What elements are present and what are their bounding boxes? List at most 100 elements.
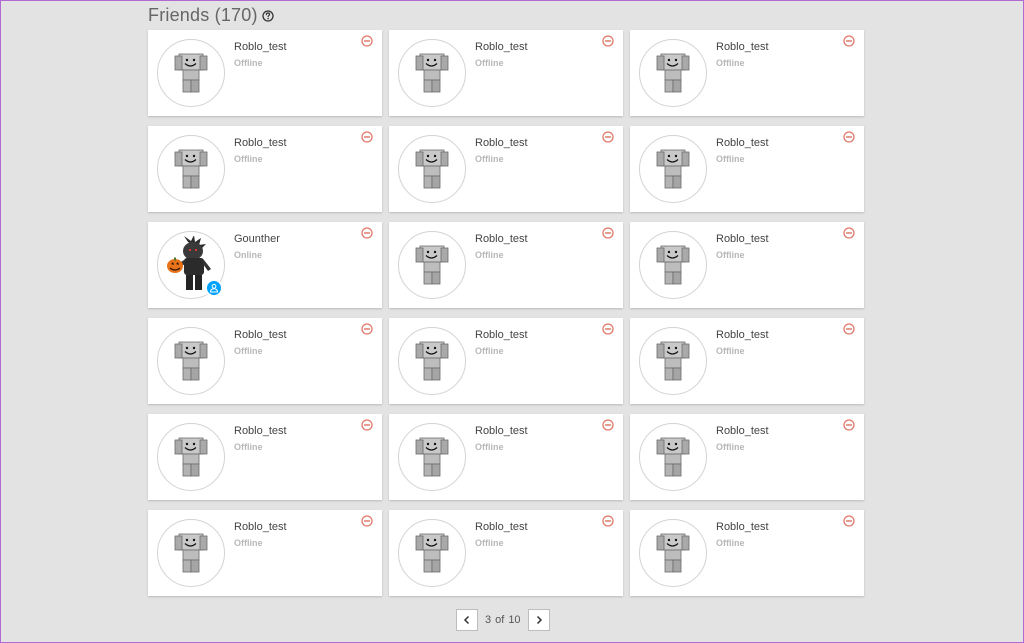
friend-name[interactable]: Roblo_test xyxy=(234,41,287,53)
total-pages: 10 xyxy=(508,614,521,626)
friend-name[interactable]: Roblo_test xyxy=(475,521,528,533)
remove-friend-icon[interactable] xyxy=(602,34,614,47)
friend-status: Offline xyxy=(475,442,504,452)
remove-friend-icon[interactable] xyxy=(361,130,373,143)
friend-card[interactable]: Roblo_test Offline xyxy=(389,30,623,116)
remove-friend-icon[interactable] xyxy=(361,34,373,47)
avatar-default[interactable] xyxy=(398,135,466,203)
friend-card[interactable]: Roblo_test Offline xyxy=(630,30,864,116)
remove-friend-icon[interactable] xyxy=(602,514,614,527)
friend-name[interactable]: Roblo_test xyxy=(716,233,769,245)
friend-name[interactable]: Roblo_test xyxy=(716,41,769,53)
remove-friend-icon[interactable] xyxy=(843,418,855,431)
remove-friend-icon[interactable] xyxy=(361,226,373,239)
friend-status: Offline xyxy=(234,154,263,164)
friend-card[interactable]: Roblo_test Offline xyxy=(389,126,623,212)
friend-card[interactable]: Roblo_test Offline xyxy=(148,414,382,500)
page-of-label: of xyxy=(495,614,505,626)
page-indicator: 3 of 10 xyxy=(485,614,521,626)
friend-name[interactable]: Roblo_test xyxy=(716,425,769,437)
friend-name[interactable]: Roblo_test xyxy=(475,329,528,341)
friend-card[interactable]: Gounther Online xyxy=(148,222,382,308)
friend-name[interactable]: Gounther xyxy=(234,233,280,245)
avatar-default[interactable] xyxy=(639,135,707,203)
friend-name[interactable]: Roblo_test xyxy=(716,521,769,533)
remove-friend-icon[interactable] xyxy=(843,34,855,47)
friend-status: Offline xyxy=(234,538,263,548)
friend-name[interactable]: Roblo_test xyxy=(234,521,287,533)
friend-status: Offline xyxy=(475,250,504,260)
friend-card[interactable]: Roblo_test Offline xyxy=(148,126,382,212)
friend-status: Offline xyxy=(475,58,504,68)
current-page: 3 xyxy=(485,614,492,626)
friends-grid: Roblo_test Offline Roblo_test Offline Robl… xyxy=(148,30,864,596)
remove-friend-icon[interactable] xyxy=(843,514,855,527)
friend-name[interactable]: Roblo_test xyxy=(234,137,287,149)
avatar-default[interactable] xyxy=(639,231,707,299)
remove-friend-icon[interactable] xyxy=(361,322,373,335)
avatar-default[interactable] xyxy=(398,327,466,395)
friend-card[interactable]: Roblo_test Offline xyxy=(148,510,382,596)
avatar-default[interactable] xyxy=(157,519,225,587)
friend-name[interactable]: Roblo_test xyxy=(475,41,528,53)
remove-friend-icon[interactable] xyxy=(843,130,855,143)
question-circle-icon[interactable] xyxy=(262,9,274,22)
avatar-default[interactable] xyxy=(157,39,225,107)
remove-friend-icon[interactable] xyxy=(843,226,855,239)
friend-status: Offline xyxy=(234,442,263,452)
friend-card[interactable]: Roblo_test Offline xyxy=(630,318,864,404)
remove-friend-icon[interactable] xyxy=(602,130,614,143)
friend-status: Offline xyxy=(475,154,504,164)
remove-friend-icon[interactable] xyxy=(843,322,855,335)
remove-friend-icon[interactable] xyxy=(602,226,614,239)
avatar-default[interactable] xyxy=(398,423,466,491)
avatar-default[interactable] xyxy=(639,39,707,107)
avatar-default[interactable] xyxy=(157,327,225,395)
avatar-default[interactable] xyxy=(639,423,707,491)
avatar-default[interactable] xyxy=(639,327,707,395)
avatar-default[interactable] xyxy=(398,519,466,587)
friend-status: Offline xyxy=(716,538,745,548)
friend-card[interactable]: Roblo_test Offline xyxy=(148,30,382,116)
friend-card[interactable]: Roblo_test Offline xyxy=(630,510,864,596)
friend-card[interactable]: Roblo_test Offline xyxy=(389,318,623,404)
friend-status: Offline xyxy=(234,346,263,356)
friend-status: Offline xyxy=(716,154,745,164)
chevron-right-icon xyxy=(536,615,542,625)
friend-status: Offline xyxy=(716,442,745,452)
remove-friend-icon[interactable] xyxy=(602,418,614,431)
friend-name[interactable]: Roblo_test xyxy=(475,137,528,149)
remove-friend-icon[interactable] xyxy=(602,322,614,335)
avatar-default[interactable] xyxy=(398,231,466,299)
friend-status: Offline xyxy=(716,346,745,356)
friend-status: Offline xyxy=(475,346,504,356)
friend-name[interactable]: Roblo_test xyxy=(475,425,528,437)
friend-status: Offline xyxy=(234,58,263,68)
friend-card[interactable]: Roblo_test Offline xyxy=(630,222,864,308)
next-page-button[interactable] xyxy=(527,609,550,631)
avatar-default[interactable] xyxy=(157,423,225,491)
friend-card[interactable]: Roblo_test Offline xyxy=(630,126,864,212)
avatar-default[interactable] xyxy=(157,135,225,203)
friend-card[interactable]: Roblo_test Offline xyxy=(148,318,382,404)
chevron-left-icon xyxy=(463,615,470,625)
friend-name[interactable]: Roblo_test xyxy=(716,329,769,341)
user-presence-icon xyxy=(205,279,223,297)
page-title: Friends (170) xyxy=(148,4,258,25)
friend-status: Offline xyxy=(475,538,504,548)
friend-card[interactable]: Roblo_test Offline xyxy=(389,414,623,500)
avatar-default[interactable] xyxy=(639,519,707,587)
remove-friend-icon[interactable] xyxy=(361,418,373,431)
prev-page-button[interactable] xyxy=(456,609,478,631)
friend-card[interactable]: Roblo_test Offline xyxy=(630,414,864,500)
friend-name[interactable]: Roblo_test xyxy=(475,233,528,245)
friend-status: Offline xyxy=(716,250,745,260)
friend-status: Offline xyxy=(716,58,745,68)
friend-name[interactable]: Roblo_test xyxy=(234,329,287,341)
friend-name[interactable]: Roblo_test xyxy=(234,425,287,437)
friend-card[interactable]: Roblo_test Offline xyxy=(389,222,623,308)
avatar-default[interactable] xyxy=(398,39,466,107)
friend-name[interactable]: Roblo_test xyxy=(716,137,769,149)
remove-friend-icon[interactable] xyxy=(361,514,373,527)
friend-card[interactable]: Roblo_test Offline xyxy=(389,510,623,596)
